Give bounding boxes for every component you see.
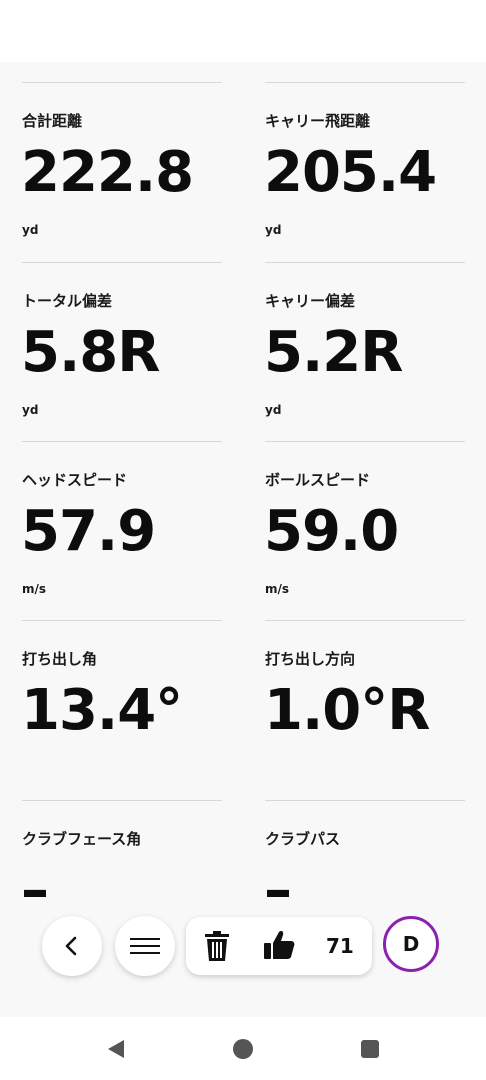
metric-label: 合計距離	[22, 112, 83, 130]
metric-total-deviation: トータル偏差 5.8R yd	[21, 262, 222, 443]
metric-value: –	[21, 858, 49, 901]
square-recents-icon[interactable]	[358, 1037, 382, 1061]
triangle-back-icon[interactable]	[104, 1037, 128, 1061]
metrics-grid: 合計距離 222.8 yd キャリー飛距離 205.4 yd トータル偏差 5.…	[0, 62, 486, 900]
metric-label: クラブパス	[265, 830, 341, 848]
metric-carry-deviation: キャリー偏差 5.2R yd	[264, 262, 465, 443]
metric-club-face-angle: クラブフェース角 –	[21, 800, 222, 901]
trash-icon[interactable]	[204, 930, 230, 962]
metric-value: –	[264, 858, 292, 901]
metric-total-distance: 合計距離 222.8 yd	[21, 82, 222, 263]
metric-label: 打ち出し角	[22, 650, 98, 668]
like-count: 71	[326, 934, 354, 958]
metric-value: 59.0	[264, 499, 399, 564]
metric-unit: m/s	[22, 582, 47, 596]
status-bar	[0, 0, 486, 62]
metric-value: 222.8	[21, 140, 194, 205]
circle-home-icon[interactable]	[231, 1037, 255, 1061]
system-navigation-bar	[0, 1017, 486, 1080]
back-button[interactable]	[42, 916, 102, 976]
metric-label: キャリー飛距離	[265, 112, 371, 130]
metric-label: ボールスピード	[265, 471, 371, 489]
metric-unit: yd	[265, 223, 282, 237]
metric-label: トータル偏差	[22, 292, 113, 310]
hamburger-menu-icon	[130, 938, 160, 954]
menu-button[interactable]	[115, 916, 175, 976]
metric-unit: yd	[22, 223, 39, 237]
shot-actions: 71	[186, 917, 372, 975]
metric-ball-speed: ボールスピード 59.0 m/s	[264, 441, 465, 622]
club-label: D	[402, 932, 420, 956]
club-selector-button[interactable]: D	[383, 916, 439, 972]
chevron-left-icon	[65, 936, 77, 956]
metric-label: 打ち出し方向	[265, 650, 356, 668]
metric-value: 5.2R	[264, 320, 403, 385]
thumbs-up-icon[interactable]	[262, 928, 296, 962]
metric-label: キャリー偏差	[265, 292, 356, 310]
metric-club-path: クラブパス –	[264, 800, 465, 901]
metric-value: 1.0°R	[264, 678, 430, 743]
metric-unit: yd	[265, 403, 282, 417]
metric-head-speed: ヘッドスピード 57.9 m/s	[21, 441, 222, 622]
metric-value: 57.9	[21, 499, 156, 564]
metric-label: クラブフェース角	[22, 830, 142, 848]
metric-launch-angle: 打ち出し角 13.4°	[21, 620, 222, 801]
metric-launch-direction: 打ち出し方向 1.0°R	[264, 620, 465, 801]
metric-unit: m/s	[265, 582, 290, 596]
metric-value: 13.4°	[21, 678, 183, 743]
bottom-toolbar: 71 D	[0, 910, 486, 980]
metric-value: 5.8R	[21, 320, 160, 385]
metric-unit: yd	[22, 403, 39, 417]
metric-value: 205.4	[264, 140, 437, 205]
metric-carry-distance: キャリー飛距離 205.4 yd	[264, 82, 465, 263]
metric-label: ヘッドスピード	[22, 471, 128, 489]
